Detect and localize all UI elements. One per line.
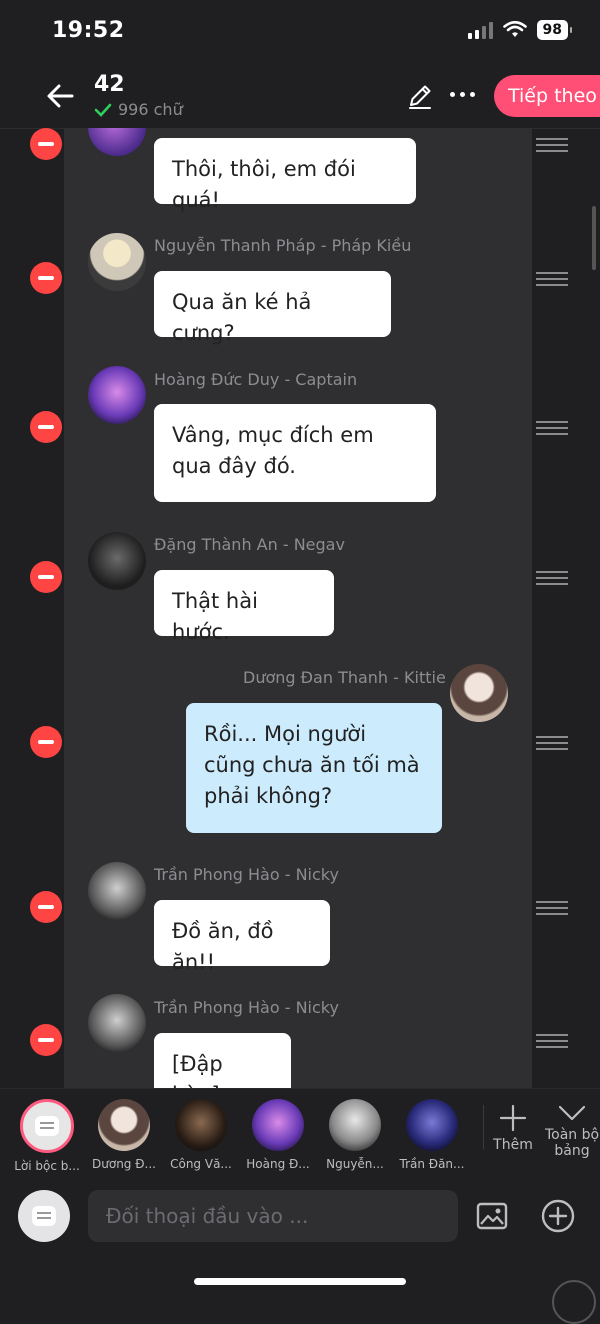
character-label: Nguyễn... bbox=[326, 1157, 384, 1171]
speaker-name: Trần Phong Hào - Nicky bbox=[154, 865, 339, 884]
avatar bbox=[88, 233, 146, 291]
wifi-icon bbox=[502, 21, 527, 37]
character-narration[interactable]: Lời bộc b... bbox=[12, 1099, 82, 1173]
character-item[interactable]: Công Vă... bbox=[166, 1099, 236, 1171]
delete-row-icon[interactable] bbox=[30, 561, 62, 593]
next-button[interactable]: Tiếp theo bbox=[494, 75, 600, 117]
signal-icon bbox=[467, 21, 493, 39]
more-label: Thêm bbox=[493, 1137, 533, 1153]
character-item[interactable]: Trần Đăn... bbox=[397, 1099, 467, 1171]
message-bubble[interactable]: Thật hài hước. bbox=[154, 570, 334, 644]
drag-handle-icon[interactable] bbox=[536, 901, 568, 915]
check-icon bbox=[94, 103, 112, 117]
composer bbox=[0, 1178, 600, 1258]
speaker-name: Trần Phong Hào - Nicky bbox=[154, 998, 339, 1017]
pen-icon[interactable] bbox=[406, 82, 434, 110]
avatar bbox=[88, 862, 146, 920]
delete-row-icon[interactable] bbox=[30, 411, 62, 443]
full-board-label: Toàn bộ bảng bbox=[544, 1127, 600, 1159]
chevron-down-icon bbox=[558, 1105, 586, 1121]
home-indicator bbox=[194, 1278, 406, 1285]
speaker-name: Hoàng Đức Duy - Captain bbox=[154, 370, 358, 389]
word-count-label: 996 chữ bbox=[118, 100, 183, 119]
message-bubble[interactable]: Thôi, thôi, em đói quá! bbox=[154, 138, 416, 212]
narration-toggle[interactable] bbox=[18, 1190, 70, 1242]
drag-handle-icon[interactable] bbox=[536, 736, 568, 750]
character-picker: Lời bộc b... Dương Đ... Công Vă... Hoàng… bbox=[0, 1088, 600, 1179]
message-bubble[interactable]: Vâng, mục đích em qua đây đó. bbox=[154, 404, 436, 502]
avatar bbox=[88, 532, 146, 590]
back-icon[interactable] bbox=[44, 80, 76, 112]
more-dots-icon[interactable] bbox=[450, 92, 475, 97]
narration-icon bbox=[32, 1206, 56, 1226]
message-bubble[interactable]: Đồ ăn, đồ ăn!! bbox=[154, 900, 330, 974]
drag-handle-icon[interactable] bbox=[536, 421, 568, 435]
delete-row-icon[interactable] bbox=[30, 1024, 62, 1056]
scroll-up-button[interactable] bbox=[552, 1280, 596, 1324]
delete-row-icon[interactable] bbox=[30, 262, 62, 294]
message-bubble[interactable]: Qua ăn ké hả cưng? bbox=[154, 271, 391, 345]
character-avatar bbox=[406, 1099, 458, 1151]
page-title: 42 bbox=[94, 72, 125, 97]
drag-handle-icon[interactable] bbox=[536, 138, 568, 152]
status-icons: 98 bbox=[467, 20, 573, 40]
character-label: Công Vă... bbox=[170, 1157, 232, 1171]
message-bubble[interactable]: [Đập bàn] bbox=[154, 1033, 291, 1088]
dialogue-list[interactable]: Thôi, thôi, em đói quá! Nguyễn Thanh Phá… bbox=[0, 128, 600, 1088]
editor-header: 42 996 chữ Tiếp theo bbox=[0, 62, 600, 129]
message-bubble-mine[interactable]: Rồi... Mọi người cũng chưa ăn tối mà phả… bbox=[186, 703, 442, 833]
drag-handle-icon[interactable] bbox=[536, 571, 568, 585]
character-label: Dương Đ... bbox=[92, 1157, 156, 1171]
clock: 19:52 bbox=[52, 18, 125, 43]
drag-handle-icon[interactable] bbox=[536, 1034, 568, 1048]
divider bbox=[483, 1105, 484, 1149]
narration-icon bbox=[35, 1116, 59, 1136]
speaker-name: Dương Đan Thanh - Kittie bbox=[243, 668, 446, 687]
status-bar: 19:52 98 bbox=[0, 0, 600, 62]
character-label: Trần Đăn... bbox=[399, 1157, 465, 1171]
narration-avatar bbox=[20, 1099, 74, 1153]
character-avatar bbox=[252, 1099, 304, 1151]
avatar bbox=[88, 366, 146, 424]
speaker-name: Đặng Thành An - Negav bbox=[154, 535, 345, 554]
character-item[interactable]: Dương Đ... bbox=[89, 1099, 159, 1171]
add-character-button[interactable]: Thêm bbox=[486, 1103, 540, 1153]
character-label: Lời bộc b... bbox=[14, 1159, 80, 1173]
character-avatar bbox=[175, 1099, 227, 1151]
dialogue-input[interactable] bbox=[88, 1190, 458, 1242]
character-avatar bbox=[329, 1099, 381, 1151]
delete-row-icon[interactable] bbox=[30, 891, 62, 923]
character-item[interactable]: Nguyễn... bbox=[320, 1099, 390, 1171]
avatar bbox=[88, 994, 146, 1052]
drag-handle-icon[interactable] bbox=[536, 272, 568, 286]
battery-icon: 98 bbox=[536, 20, 573, 40]
word-count: 996 chữ bbox=[94, 100, 183, 119]
character-avatar bbox=[98, 1099, 150, 1151]
character-item[interactable]: Hoàng Đ... bbox=[243, 1099, 313, 1171]
speaker-name: Nguyễn Thanh Pháp - Pháp Kiều bbox=[154, 236, 412, 255]
full-board-button[interactable]: Toàn bộ bảng bbox=[540, 1103, 600, 1159]
add-circle-icon[interactable] bbox=[540, 1198, 576, 1234]
delete-row-icon[interactable] bbox=[30, 726, 62, 758]
scrollbar[interactable] bbox=[592, 206, 596, 270]
character-label: Hoàng Đ... bbox=[246, 1157, 310, 1171]
delete-row-icon[interactable] bbox=[30, 128, 62, 160]
image-icon[interactable] bbox=[476, 1202, 508, 1230]
plus-icon bbox=[499, 1104, 527, 1132]
avatar bbox=[450, 664, 508, 722]
